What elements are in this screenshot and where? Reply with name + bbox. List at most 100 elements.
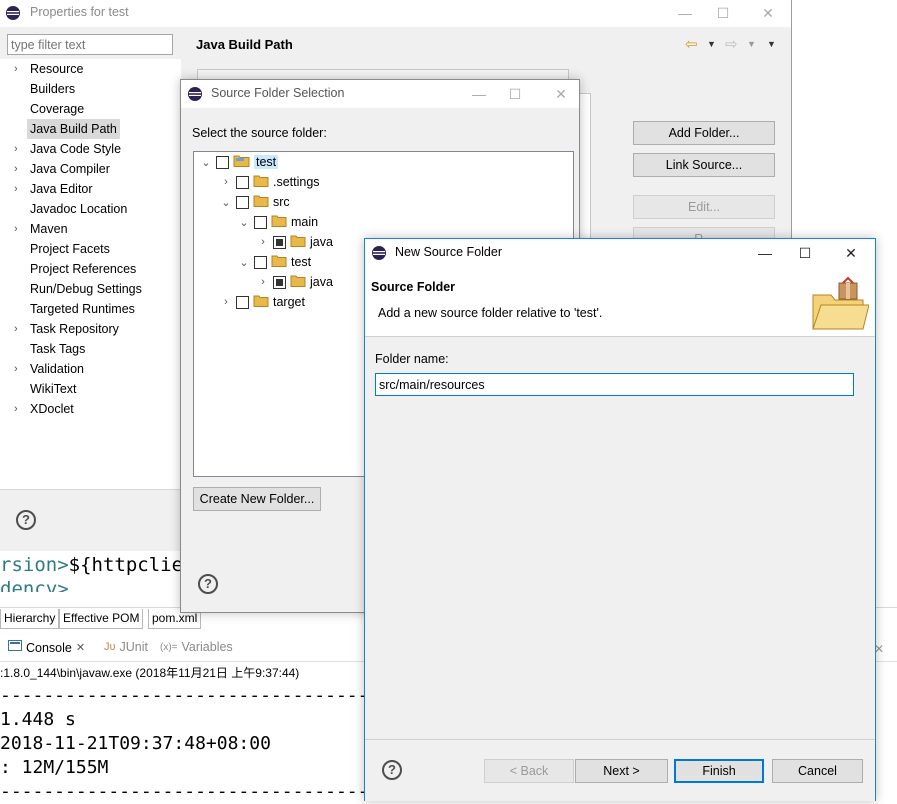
next-button[interactable]: Next >: [575, 759, 668, 783]
cancel-button[interactable]: Cancel: [772, 759, 863, 783]
folder-name-label: Folder name:: [375, 352, 449, 366]
minimize-button[interactable]: —: [675, 3, 695, 23]
chevron-down-icon[interactable]: ⌄: [238, 216, 250, 229]
tree-item-label: Maven: [30, 222, 68, 236]
view-menu-icon[interactable]: ▼: [767, 39, 776, 49]
wizard-banner: Source Folder Add a new source folder re…: [365, 267, 875, 337]
chevron-right-icon[interactable]: ›: [14, 359, 24, 379]
folder-icon: [253, 295, 269, 310]
chevron-down-icon[interactable]: ⌄: [238, 256, 250, 269]
tree-node-settings[interactable]: › .settings: [220, 172, 320, 192]
editor-code-line: rsion>${httpclie: [0, 554, 183, 576]
checkbox[interactable]: [236, 195, 249, 209]
folder-name-input[interactable]: [375, 373, 854, 396]
checkbox[interactable]: [254, 255, 267, 269]
nsf-body: [365, 337, 875, 739]
tree-node-label: java: [310, 275, 333, 289]
edit-button[interactable]: Edit...: [633, 195, 775, 219]
wizard-heading: Source Folder: [371, 280, 456, 294]
new-source-folder-dialog: New Source Folder — ☐ ✕ Source Folder Ad…: [364, 238, 876, 801]
chevron-right-icon[interactable]: ›: [220, 296, 232, 308]
properties-title: Properties for test: [30, 5, 129, 19]
console-line: -----------------------------------: [0, 685, 380, 706]
maximize-button[interactable]: ☐: [795, 243, 815, 263]
chevron-right-icon[interactable]: ›: [14, 59, 24, 79]
checkbox[interactable]: [273, 235, 286, 249]
tree-item-label: Java Build Path: [27, 119, 120, 139]
chevron-right-icon[interactable]: ›: [14, 139, 24, 159]
checkbox[interactable]: [236, 295, 249, 309]
tree-node-src[interactable]: ⌄ src: [220, 192, 290, 212]
nsf-title: New Source Folder: [395, 245, 502, 259]
tree-node-test[interactable]: ⌄ test: [200, 152, 279, 172]
console-icon: [8, 640, 22, 655]
tree-node-label: main: [291, 215, 319, 229]
maximize-button[interactable]: ☐: [505, 84, 525, 104]
tree-node-test-java[interactable]: › java: [257, 272, 333, 292]
tab-effective-pom[interactable]: Effective POM: [59, 609, 144, 629]
chevron-down-icon[interactable]: ▼: [707, 39, 716, 49]
tree-node-target[interactable]: › target: [220, 292, 305, 312]
chevron-right-icon[interactable]: ›: [220, 176, 232, 188]
chevron-down-icon[interactable]: ▼: [747, 39, 756, 49]
chevron-right-icon[interactable]: ›: [14, 319, 24, 339]
nsf-footer: ? < Back Next > Finish Cancel: [365, 739, 875, 801]
tree-item-label: Project References: [30, 262, 137, 276]
tree-item-label: WikiText: [30, 382, 77, 396]
tab-hierarchy[interactable]: Hierarchy: [0, 609, 60, 629]
tab-variables-label: Variables: [181, 640, 233, 654]
maximize-button[interactable]: ☐: [713, 3, 733, 23]
minimize-button[interactable]: —: [755, 243, 775, 263]
link-source-button[interactable]: Link Source...: [633, 153, 775, 177]
tab-junit[interactable]: Jᴜ JUnit: [104, 640, 148, 654]
wizard-description: Add a new source folder relative to 'tes…: [378, 306, 603, 320]
filter-input[interactable]: [7, 34, 173, 55]
tree-node-main-java[interactable]: › java: [257, 232, 333, 252]
tree-node-main[interactable]: ⌄ main: [238, 212, 318, 232]
tree-item-label: Task Repository: [30, 322, 119, 336]
close-button[interactable]: ✕: [758, 3, 778, 23]
close-button[interactable]: ✕: [841, 243, 861, 263]
chevron-right-icon[interactable]: ›: [257, 236, 269, 248]
help-icon[interactable]: ?: [198, 574, 218, 594]
close-button[interactable]: ✕: [551, 84, 571, 104]
add-folder-button[interactable]: Add Folder...: [633, 121, 775, 145]
properties-titlebar: Properties for test — ☐ ✕: [0, 0, 791, 27]
chevron-right-icon[interactable]: ›: [257, 276, 269, 288]
finish-button[interactable]: Finish: [674, 759, 764, 783]
project-folder-icon: [233, 154, 250, 170]
help-icon[interactable]: ?: [16, 510, 36, 530]
nsf-titlebar: New Source Folder — ☐ ✕: [365, 239, 875, 267]
checkbox[interactable]: [254, 215, 267, 229]
checkbox[interactable]: [216, 155, 229, 169]
tree-node-test-dir[interactable]: ⌄ test: [238, 252, 311, 272]
sfs-titlebar: Source Folder Selection — ☐ ✕: [181, 80, 579, 108]
chevron-right-icon[interactable]: ›: [14, 159, 24, 179]
tree-node-label: java: [310, 235, 333, 249]
chevron-down-icon[interactable]: ⌄: [200, 156, 212, 169]
chevron-right-icon[interactable]: ›: [14, 179, 24, 199]
tab-variables[interactable]: (x)= Variables: [160, 640, 233, 654]
chevron-right-icon[interactable]: ›: [14, 399, 24, 419]
chevron-right-icon[interactable]: ›: [14, 219, 24, 239]
help-icon[interactable]: ?: [382, 760, 402, 780]
folder-icon: [253, 175, 269, 190]
forward-arrow-icon[interactable]: ⇨: [725, 35, 738, 53]
checkbox[interactable]: [273, 275, 286, 289]
tree-node-label: test: [254, 155, 279, 169]
tree-item-label: Task Tags: [30, 342, 86, 356]
checkbox[interactable]: [236, 175, 249, 189]
close-icon[interactable]: ✕: [76, 641, 85, 654]
tree-item-label: Java Compiler: [30, 162, 110, 176]
create-new-folder-button[interactable]: Create New Folder...: [193, 487, 321, 511]
tree-item-label: Project Facets: [30, 242, 110, 256]
minimize-button[interactable]: —: [469, 84, 489, 104]
tab-console[interactable]: Console ✕: [8, 640, 85, 655]
tree-item-label: Javadoc Location: [30, 202, 128, 216]
back-button[interactable]: < Back: [484, 759, 574, 783]
new-folder-wizard-icon: [809, 273, 870, 333]
tree-item-label: Java Editor: [30, 182, 93, 196]
back-arrow-icon[interactable]: ⇦: [685, 35, 698, 53]
tree-node-label: test: [291, 255, 312, 269]
chevron-down-icon[interactable]: ⌄: [220, 196, 232, 209]
